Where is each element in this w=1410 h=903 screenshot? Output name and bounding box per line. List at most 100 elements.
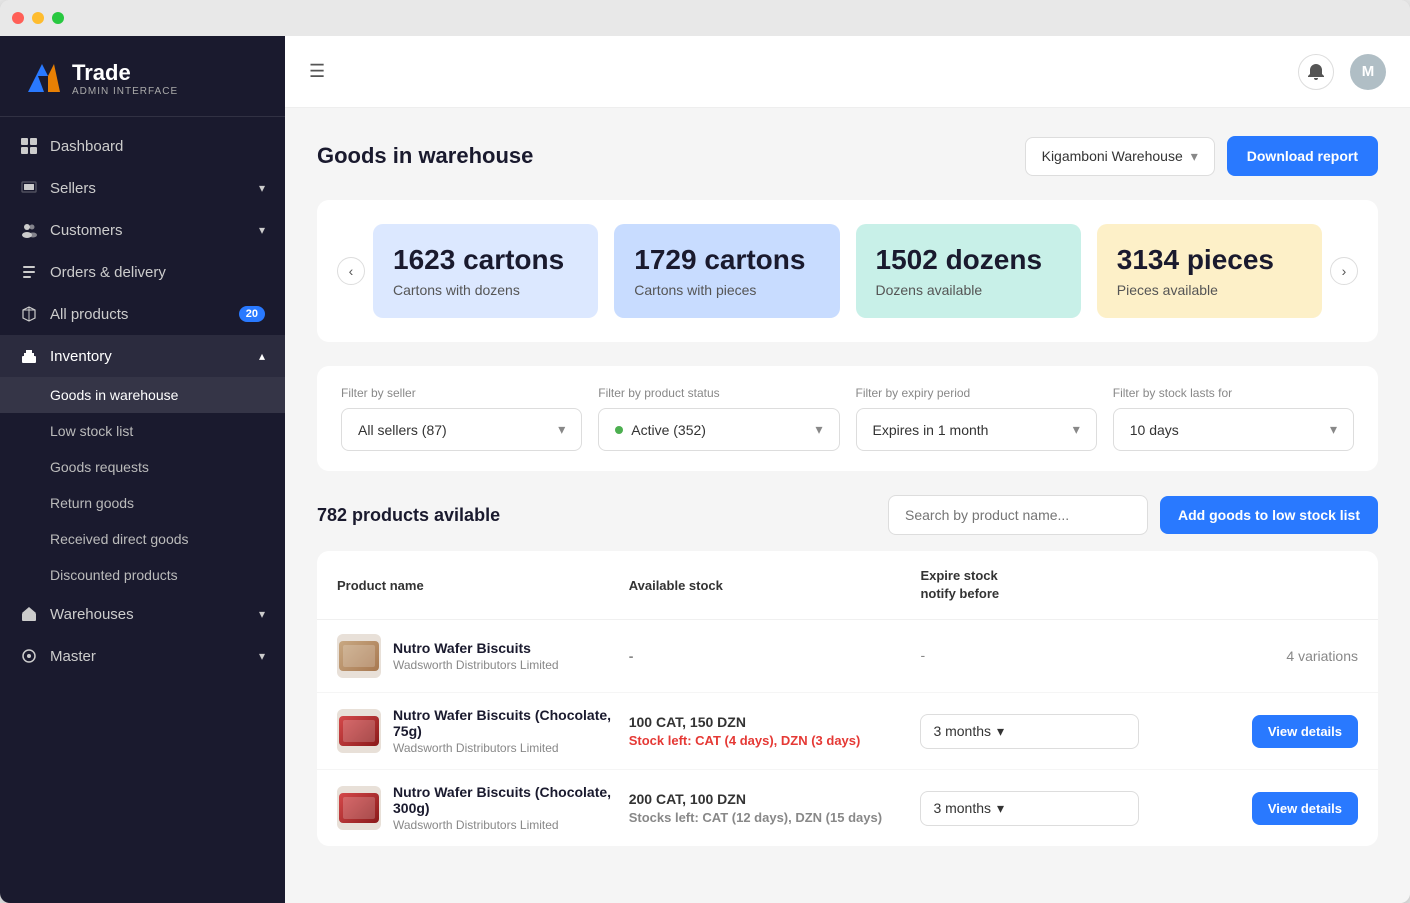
products-badge: 20 <box>239 306 265 322</box>
table-row: Nutro Wafer Biscuits (Chocolate, 75g) Wa… <box>317 693 1378 770</box>
brand-name: Trade <box>72 60 178 86</box>
sub-item-label: Discounted products <box>50 567 178 583</box>
stat-card-cartons-pieces: 1729 cartons Cartons with pieces <box>614 224 839 318</box>
sidebar-logo: Trade ADMIN INTERFACE <box>0 36 285 117</box>
sidebar-item-label: Sellers <box>50 180 96 197</box>
filter-stock-select[interactable]: 10 days ▾ <box>1113 408 1354 451</box>
download-report-button[interactable]: Download report <box>1227 136 1378 176</box>
expire-select[interactable]: 3 months ▾ <box>920 714 1139 749</box>
sidebar-subitem-low-stock[interactable]: Low stock list <box>0 413 285 449</box>
page-title: Goods in warehouse <box>317 143 533 169</box>
stock-ok: Stocks left: CAT (12 days), DZN (15 days… <box>629 810 921 825</box>
expire-cell: 3 months ▾ <box>920 714 1139 749</box>
chevron-down-icon: ▾ <box>259 607 265 621</box>
sidebar-nav: Dashboard Sellers ▾ Customers ▾ <box>0 117 285 903</box>
stat-number: 3134 pieces <box>1117 244 1302 276</box>
expire-value: - <box>920 647 925 663</box>
filters-row: Filter by seller All sellers (87) ▾ Filt… <box>341 386 1354 451</box>
user-avatar[interactable]: M <box>1350 54 1386 90</box>
add-to-low-stock-button[interactable]: Add goods to low stock list <box>1160 496 1378 534</box>
filter-expiry-select[interactable]: Expires in 1 month ▾ <box>856 408 1097 451</box>
expire-cell: - <box>920 647 1139 665</box>
product-name: Nutro Wafer Biscuits (Chocolate, 300g) <box>393 784 629 816</box>
dashboard-icon <box>20 137 38 155</box>
stat-number: 1623 cartons <box>393 244 578 276</box>
sellers-icon <box>20 179 38 197</box>
sidebar-item-warehouses[interactable]: Warehouses ▾ <box>0 593 285 635</box>
sub-item-label: Return goods <box>50 495 134 511</box>
col-header-product: Product name <box>337 578 629 593</box>
stock-value: 200 CAT, 100 DZN <box>629 791 921 807</box>
sub-item-label: Goods requests <box>50 459 149 475</box>
stat-label: Cartons with pieces <box>634 282 819 298</box>
notification-bell[interactable] <box>1298 54 1334 90</box>
expire-value: 3 months <box>933 800 991 816</box>
product-cell: Nutro Wafer Biscuits (Chocolate, 75g) Wa… <box>337 707 629 755</box>
filter-stock-label: Filter by stock lasts for <box>1113 386 1354 400</box>
orders-icon <box>20 263 38 281</box>
filter-expiry-label: Filter by expiry period <box>856 386 1097 400</box>
hamburger-icon[interactable]: ☰ <box>309 61 325 82</box>
sidebar-subitem-goods-in-warehouse[interactable]: Goods in warehouse <box>0 377 285 413</box>
col-header-stock: Available stock <box>629 578 921 593</box>
stat-card-dozens: 1502 dozens Dozens available <box>856 224 1081 318</box>
product-seller: Wadsworth Distributors Limited <box>393 741 629 755</box>
minimize-dot[interactable] <box>32 12 44 24</box>
sidebar-item-master[interactable]: Master ▾ <box>0 635 285 677</box>
app-layout: Trade ADMIN INTERFACE Dashboard <box>0 36 1410 903</box>
sidebar-item-label: Dashboard <box>50 138 123 155</box>
warehouse-selector[interactable]: Kigamboni Warehouse ▾ <box>1025 137 1215 176</box>
stock-cell: 200 CAT, 100 DZN Stocks left: CAT (12 da… <box>629 791 921 825</box>
maximize-dot[interactable] <box>52 12 64 24</box>
filter-seller-value: All sellers (87) <box>358 422 447 438</box>
sidebar: Trade ADMIN INTERFACE Dashboard <box>0 36 285 903</box>
filter-status-select[interactable]: Active (352) ▾ <box>598 408 839 451</box>
products-icon <box>20 305 38 323</box>
sidebar-item-products[interactable]: All products 20 <box>0 293 285 335</box>
chevron-down-icon: ▾ <box>815 421 822 438</box>
stock-warning: Stock left: CAT (4 days), DZN (3 days) <box>629 733 921 748</box>
sidebar-item-dashboard[interactable]: Dashboard <box>0 125 285 167</box>
sidebar-subitem-return-goods[interactable]: Return goods <box>0 485 285 521</box>
filter-expiry: Filter by expiry period Expires in 1 mon… <box>856 386 1097 451</box>
search-input[interactable] <box>888 495 1148 535</box>
sidebar-item-label: Orders & delivery <box>50 264 166 281</box>
bell-icon <box>1307 63 1325 81</box>
main-content: Goods in warehouse Kigamboni Warehouse ▾… <box>285 108 1410 903</box>
col-header-expire: Expire stock notify before <box>920 567 1139 603</box>
carousel-prev-button[interactable]: ‹ <box>337 257 365 285</box>
stock-value: 100 CAT, 150 DZN <box>629 714 921 730</box>
page-header-actions: Kigamboni Warehouse ▾ Download report <box>1025 136 1378 176</box>
sidebar-subitem-discounted[interactable]: Discounted products <box>0 557 285 593</box>
close-dot[interactable] <box>12 12 24 24</box>
sub-item-label: Low stock list <box>50 423 133 439</box>
filter-status-value: Active (352) <box>631 422 706 438</box>
product-seller: Wadsworth Distributors Limited <box>393 818 629 832</box>
sidebar-subitem-goods-requests[interactable]: Goods requests <box>0 449 285 485</box>
filter-expiry-value: Expires in 1 month <box>873 422 989 438</box>
products-header-right: Add goods to low stock list <box>888 495 1378 535</box>
sidebar-item-label: Inventory <box>50 348 112 365</box>
filter-seller: Filter by seller All sellers (87) ▾ <box>341 386 582 451</box>
chevron-down-icon: ▾ <box>1073 421 1080 438</box>
warehouses-icon <box>20 605 38 623</box>
view-details-button[interactable]: View details <box>1252 792 1358 825</box>
view-details-button[interactable]: View details <box>1252 715 1358 748</box>
stat-label: Pieces available <box>1117 282 1302 298</box>
expire-select[interactable]: 3 months ▾ <box>920 791 1139 826</box>
filter-status: Filter by product status Active (352) ▾ <box>598 386 839 451</box>
filter-seller-select[interactable]: All sellers (87) ▾ <box>341 408 582 451</box>
sidebar-item-orders[interactable]: Orders & delivery <box>0 251 285 293</box>
carousel-next-button[interactable]: › <box>1330 257 1358 285</box>
expire-cell: 3 months ▾ <box>920 791 1139 826</box>
sidebar-item-inventory[interactable]: Inventory ▴ <box>0 335 285 377</box>
product-cell: Nutro Wafer Biscuits (Chocolate, 300g) W… <box>337 784 629 832</box>
chevron-down-icon: ▾ <box>997 723 1004 740</box>
sidebar-subitem-received-direct[interactable]: Received direct goods <box>0 521 285 557</box>
sidebar-item-customers[interactable]: Customers ▾ <box>0 209 285 251</box>
chevron-down-icon: ▾ <box>558 421 565 438</box>
sidebar-item-sellers[interactable]: Sellers ▾ <box>0 167 285 209</box>
warehouse-name: Kigamboni Warehouse <box>1042 148 1183 164</box>
expire-value: 3 months <box>933 723 991 739</box>
product-cell: Nutro Wafer Biscuits Wadsworth Distribut… <box>337 634 629 678</box>
